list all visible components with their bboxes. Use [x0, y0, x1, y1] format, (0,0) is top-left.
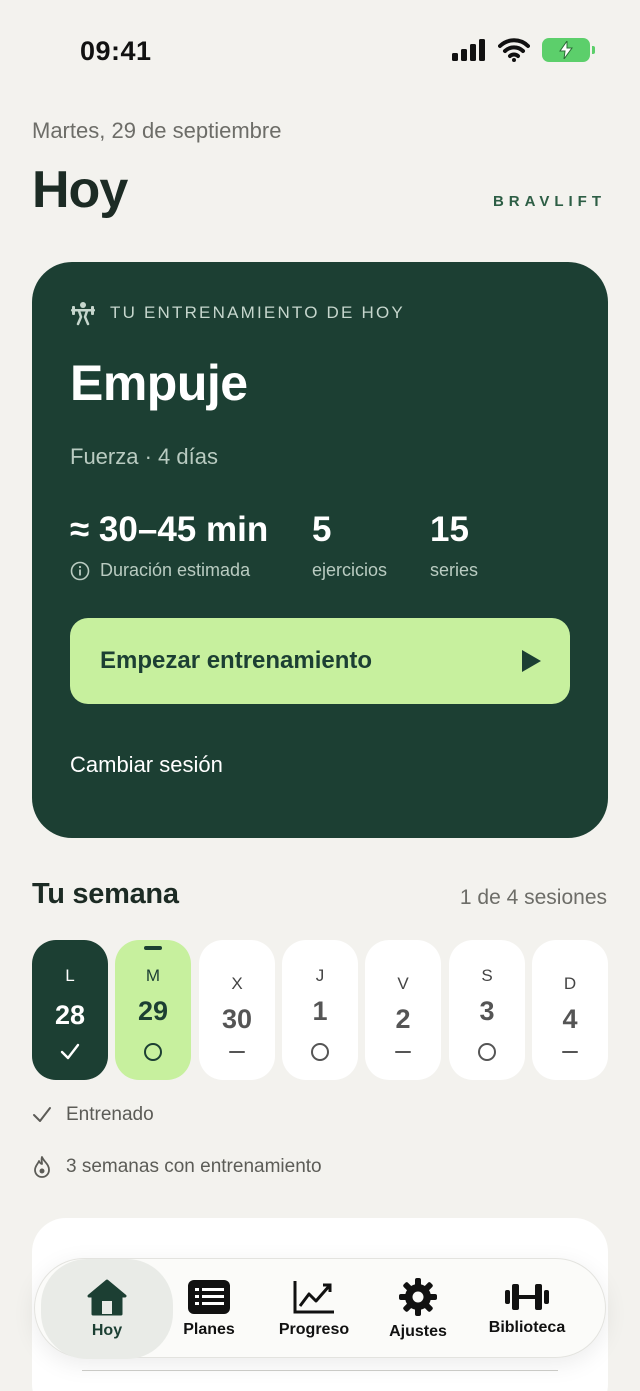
- card-eyebrow-label: TU ENTRENAMIENTO DE HOY: [110, 303, 405, 322]
- check-icon: [60, 1042, 80, 1062]
- stat-sets-value: 15: [430, 510, 469, 549]
- today-indicator: [144, 946, 162, 950]
- day-thursday[interactable]: J 1: [282, 940, 358, 1080]
- stat-sets: 15 series: [430, 510, 478, 581]
- day-sunday[interactable]: D 4: [532, 940, 608, 1080]
- tab-label: Planes: [183, 1321, 235, 1338]
- home-icon: [87, 1279, 127, 1316]
- check-icon: [33, 1107, 51, 1122]
- tab-planes[interactable]: Planes: [161, 1259, 257, 1359]
- dumbbell-icon: [505, 1284, 549, 1310]
- day-wednesday[interactable]: X 30: [199, 940, 275, 1080]
- page-title: Hoy: [32, 161, 128, 219]
- rest-dash-icon: [560, 1042, 580, 1062]
- day-number: 29: [137, 996, 169, 1026]
- stat-sets-label: series: [430, 560, 479, 580]
- workout-meta: Fuerza · 4 días: [70, 444, 218, 469]
- stat-exercises: 5 ejercicios: [312, 510, 387, 581]
- streak-row: 3 semanas con entrenamiento: [32, 1155, 322, 1179]
- day-saturday[interactable]: S 3: [449, 940, 525, 1080]
- rest-dash-icon: [393, 1042, 413, 1062]
- stat-duration-value: ≈ 30–45 min: [70, 510, 269, 549]
- bottom-tab-bar: Hoy Planes Progreso Ajustes Biblioteca: [34, 1258, 606, 1359]
- tab-biblioteca[interactable]: Biblioteca: [475, 1259, 579, 1359]
- day-letter: D: [563, 974, 577, 993]
- tab-label: Ajustes: [389, 1323, 447, 1340]
- cellular-signal-icon: [452, 39, 485, 61]
- card-eyebrow: TU ENTRENAMIENTO DE HOY: [70, 300, 405, 326]
- day-number: 1: [312, 996, 328, 1026]
- status-bar: 09:41: [0, 0, 640, 100]
- tab-hoy[interactable]: Hoy: [41, 1259, 173, 1359]
- change-session-link[interactable]: Cambiar sesión: [70, 752, 223, 778]
- week-progress: 1 de 4 sesiones: [459, 886, 607, 909]
- today-workout-card: TU ENTRENAMIENTO DE HOY Empuje Fuerza · …: [32, 262, 608, 838]
- day-number: 30: [221, 1004, 253, 1034]
- planned-ring-icon: [143, 1042, 163, 1062]
- stat-exercises-value: 5: [312, 510, 332, 549]
- day-friday[interactable]: V 2: [365, 940, 441, 1080]
- week-days: L 28 M 29 X 30 J 1 V 2 S 3 D 4: [32, 940, 608, 1080]
- start-workout-button[interactable]: Empezar entrenamiento: [70, 618, 570, 704]
- divider: [82, 1370, 558, 1371]
- brand-logo: BRAVLIFT: [492, 193, 606, 210]
- status-icons: [452, 38, 595, 62]
- stat-exercises-label: ejercicios: [312, 560, 388, 580]
- week-title: Tu semana: [32, 878, 179, 910]
- planned-ring-icon: [310, 1042, 330, 1062]
- day-number: 2: [395, 1004, 411, 1034]
- gear-icon: [399, 1278, 437, 1316]
- stat-duration-label: Duración estimada: [100, 560, 251, 580]
- day-number: 3: [479, 996, 495, 1026]
- rest-dash-icon: [227, 1042, 247, 1062]
- day-number: 4: [562, 1004, 578, 1034]
- header-date: Martes, 29 de septiembre: [32, 118, 282, 143]
- day-number: 28: [54, 1000, 86, 1030]
- day-tuesday[interactable]: M 29: [115, 940, 191, 1080]
- flame-icon: [34, 1156, 50, 1178]
- workout-name: Empuje: [70, 355, 248, 411]
- streak-label: 3 semanas con entrenamiento: [66, 1156, 322, 1177]
- status-time: 09:41: [80, 36, 152, 66]
- day-letter: L: [65, 966, 75, 985]
- planned-ring-icon: [477, 1042, 497, 1062]
- chart-icon: [293, 1281, 334, 1314]
- day-letter: X: [231, 974, 243, 993]
- stat-duration: ≈ 30–45 min Duración estimada: [70, 510, 268, 581]
- weightlifter-icon: [71, 302, 95, 326]
- day-letter: J: [315, 966, 325, 985]
- info-icon[interactable]: [70, 561, 90, 581]
- legend-trained: Entrenado: [32, 1104, 154, 1126]
- day-monday[interactable]: L 28: [32, 940, 108, 1080]
- battery-icon: [542, 38, 595, 62]
- tab-label: Hoy: [91, 1322, 123, 1339]
- day-letter: V: [397, 974, 409, 993]
- tab-label: Biblioteca: [488, 1319, 566, 1336]
- legend-trained-label: Entrenado: [66, 1104, 154, 1125]
- tab-progreso[interactable]: Progreso: [265, 1259, 363, 1359]
- play-icon: [522, 650, 541, 672]
- wifi-icon: [498, 38, 530, 62]
- day-letter: S: [481, 966, 493, 985]
- tab-ajustes[interactable]: Ajustes: [373, 1259, 463, 1359]
- list-icon: [188, 1280, 230, 1314]
- day-letter: M: [145, 966, 161, 985]
- start-workout-label: Empezar entrenamiento: [100, 647, 373, 674]
- tab-label: Progreso: [278, 1321, 350, 1338]
